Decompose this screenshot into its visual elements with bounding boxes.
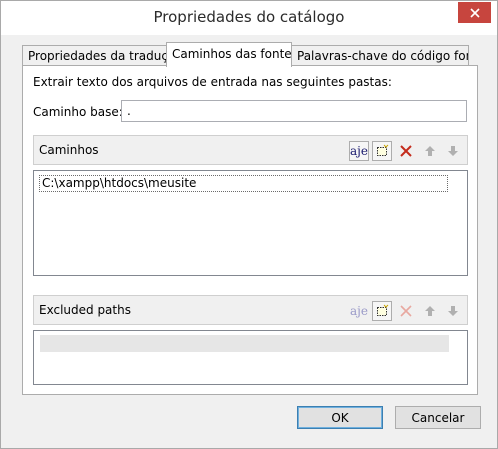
move-up-icon [425,306,435,316]
base-path-input[interactable] [121,100,467,122]
excluded-rename-button[interactable]: aje [349,301,369,321]
rename-icon: aje [350,144,368,158]
cancel-button[interactable]: Cancelar [395,406,481,429]
add-folder-icon [377,304,389,316]
dialog-window: Propriedades do catálogo Propriedades da… [0,0,498,449]
excluded-paths-list[interactable] [33,330,468,385]
paths-header: Caminhos aje [33,135,468,165]
paths-rename-button[interactable]: aje [349,141,369,161]
excluded-move-down-button[interactable] [443,301,463,321]
move-down-icon [448,146,458,156]
paths-list[interactable]: C:\xampp\htdocs\meusite [33,170,468,276]
excluded-add-button[interactable] [372,301,392,321]
delete-icon [400,305,412,317]
paths-delete-button[interactable] [396,141,416,161]
move-up-icon [425,146,435,156]
tab-panel-source-paths: Extrair texto dos arquivos de entrada na… [22,65,478,395]
move-down-icon [448,306,458,316]
intro-text: Extrair texto dos arquivos de entrada na… [33,75,392,89]
paths-move-up-button[interactable] [420,141,440,161]
window-title: Propriedades do catálogo [153,8,345,26]
rename-icon: aje [350,304,368,318]
tab-source-paths[interactable]: Caminhos das fontes [166,42,292,67]
close-icon [469,7,480,18]
title-bar[interactable]: Propriedades do catálogo [1,1,497,35]
excluded-move-up-button[interactable] [420,301,440,321]
base-path-label: Caminho base: [33,105,123,119]
tab-translation-properties[interactable]: Propriedades da tradução [22,45,167,66]
paths-add-button[interactable] [372,141,392,161]
tab-source-keywords[interactable]: Palavras-chave do código fonte [291,45,469,66]
excluded-paths-title: Excluded paths [39,303,131,317]
ok-button[interactable]: OK [297,406,383,429]
close-button[interactable] [458,2,491,23]
excluded-paths-header: Excluded paths aje [33,295,468,325]
delete-icon [400,145,412,157]
add-folder-icon [377,144,389,156]
excluded-delete-button[interactable] [396,301,416,321]
list-item[interactable]: C:\xampp\htdocs\meusite [39,175,448,192]
empty-list-row [40,335,449,352]
paths-title: Caminhos [39,143,99,157]
paths-move-down-button[interactable] [443,141,463,161]
